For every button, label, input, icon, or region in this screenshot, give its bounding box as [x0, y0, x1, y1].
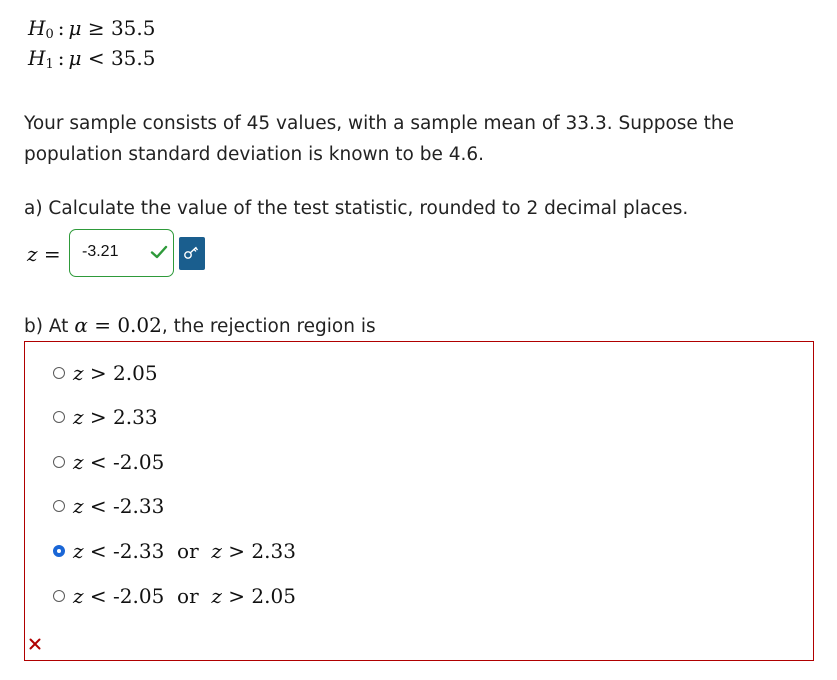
h1-relation: <	[87, 46, 105, 70]
option-2-label: z > 2.33	[73, 405, 158, 429]
h0-value: 35.5	[110, 16, 156, 40]
h0-subscript: 0	[45, 27, 54, 42]
answer-key-button[interactable]	[179, 237, 205, 270]
option-1-radio[interactable]	[53, 367, 65, 379]
z-label: z =	[27, 242, 61, 266]
option-3-label: z < -2.05	[73, 450, 165, 474]
option-5-radio-selected[interactable]	[53, 545, 65, 557]
part-b-suffix: , the rejection region is	[161, 316, 376, 337]
option-2[interactable]: z > 2.33	[53, 404, 158, 430]
check-icon	[150, 245, 168, 259]
key-icon	[184, 246, 198, 259]
rejection-region-options: z > 2.05 z > 2.33 z < -2.05 z < -2.33 z …	[24, 341, 814, 661]
problem-text: Your sample consists of 45 values, with …	[24, 113, 735, 165]
option-5-label: z < -2.33 or z > 2.33	[73, 539, 296, 563]
option-3-radio[interactable]	[53, 456, 65, 468]
part-b-question: b) At α = 0.02, the rejection region is	[24, 313, 376, 337]
option-1-label: z > 2.05	[73, 361, 158, 385]
incorrect-x-icon	[29, 638, 41, 650]
option-4-label: z < -2.33	[73, 494, 165, 518]
option-2-radio[interactable]	[53, 411, 65, 423]
option-5[interactable]: z < -2.33 or z > 2.33	[53, 538, 296, 564]
h0-relation: ≥	[87, 16, 105, 40]
option-6[interactable]: z < -2.05 or z > 2.05	[53, 583, 296, 609]
option-4[interactable]: z < -2.33	[53, 493, 164, 519]
h1-subscript: 1	[45, 57, 54, 72]
option-6-label: z < -2.05 or z > 2.05	[73, 584, 296, 608]
test-statistic-value: -3.21	[82, 243, 119, 260]
part-a-question: a) Calculate the value of the test stati…	[24, 198, 689, 219]
alpha-value: 0.02	[117, 313, 162, 337]
option-3[interactable]: z < -2.05	[53, 449, 164, 475]
option-1[interactable]: z > 2.05	[53, 360, 158, 386]
h1-value: 35.5	[110, 46, 156, 70]
part-b-prefix: b) At	[24, 316, 69, 337]
option-6-radio[interactable]	[53, 590, 65, 602]
test-statistic-input[interactable]: -3.21	[69, 229, 174, 277]
option-4-radio[interactable]	[53, 500, 65, 512]
alternative-hypothesis: H1 : μ < 35.5	[28, 46, 156, 72]
null-hypothesis: H0 : μ ≥ 35.5	[28, 16, 156, 42]
